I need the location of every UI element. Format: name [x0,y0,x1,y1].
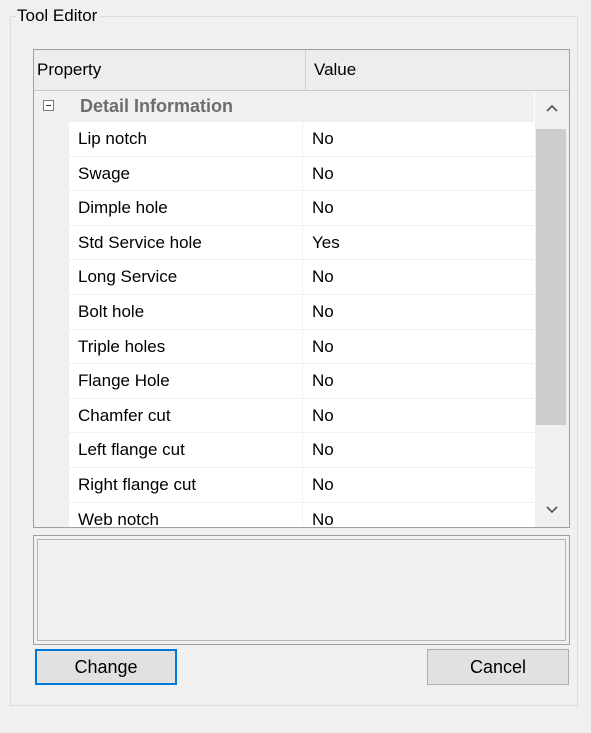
groupbox-title: Tool Editor [16,5,102,27]
grid-rows: Detail Information Lip notch No Swage No Dim… [34,91,534,527]
description-panel [33,535,570,645]
property-name[interactable]: Chamfer cut [69,398,303,434]
property-name[interactable]: Web notch [69,502,303,527]
property-name[interactable]: Long Service [69,260,303,295]
row-margin [34,398,69,434]
property-value[interactable]: No [303,191,534,226]
cancel-button[interactable]: Cancel [427,649,569,685]
property-row[interactable]: Lip notch No [34,122,534,157]
property-value[interactable]: No [303,433,534,468]
property-value[interactable]: No [303,260,534,295]
property-row[interactable]: Web notch No [34,502,534,527]
property-name[interactable]: Lip notch [69,122,303,157]
row-margin [34,364,69,399]
row-margin [34,433,69,468]
property-name[interactable]: Std Service hole [69,225,303,261]
property-row[interactable]: Std Service hole Yes [34,225,534,261]
property-row[interactable]: Flange Hole No [34,364,534,399]
property-value[interactable]: Yes [303,226,534,261]
row-margin [34,502,69,527]
column-header-value[interactable]: Value [305,50,569,90]
change-button[interactable]: Change [35,649,177,685]
row-margin [34,329,69,365]
property-name[interactable]: Bolt hole [69,294,303,330]
row-margin [34,156,69,192]
category-label: Detail Information [80,96,234,116]
property-name[interactable]: Left flange cut [69,433,303,468]
property-row[interactable]: Chamfer cut No [34,398,534,434]
scrollbar-thumb[interactable] [536,129,566,425]
grid-header: Property Value [34,50,569,91]
row-margin [34,225,69,261]
property-row[interactable]: Left flange cut No [34,433,534,468]
property-value[interactable]: No [303,503,534,527]
property-name[interactable]: Swage [69,156,303,192]
row-margin [34,122,69,157]
property-grid[interactable]: Property Value Detail Information Lip no… [33,49,570,528]
property-row[interactable]: Swage No [34,156,534,192]
category-row-detail-information[interactable]: Detail Information [34,91,534,122]
row-margin [34,294,69,330]
vertical-scrollbar[interactable] [535,91,569,527]
property-name[interactable]: Dimple hole [69,191,303,226]
row-margin [34,260,69,295]
property-row[interactable]: Right flange cut No [34,467,534,503]
property-value[interactable]: No [303,122,534,157]
property-value[interactable]: No [303,468,534,503]
chevron-down-icon[interactable] [535,493,569,527]
property-value[interactable]: No [303,330,534,365]
property-name[interactable]: Triple holes [69,329,303,365]
property-value[interactable]: No [303,157,534,192]
property-row[interactable]: Triple holes No [34,329,534,365]
property-value[interactable]: No [303,295,534,330]
row-margin [34,191,69,226]
property-value[interactable]: No [303,364,534,399]
collapse-minus-icon[interactable] [43,100,54,111]
property-value[interactable]: No [303,399,534,434]
property-name[interactable]: Right flange cut [69,467,303,503]
property-row[interactable]: Bolt hole No [34,294,534,330]
property-name[interactable]: Flange Hole [69,364,303,399]
property-row[interactable]: Dimple hole No [34,191,534,226]
property-row[interactable]: Long Service No [34,260,534,295]
row-margin [34,467,69,503]
column-header-property[interactable]: Property [37,50,302,90]
description-text [37,539,566,641]
chevron-up-icon[interactable] [535,91,569,125]
